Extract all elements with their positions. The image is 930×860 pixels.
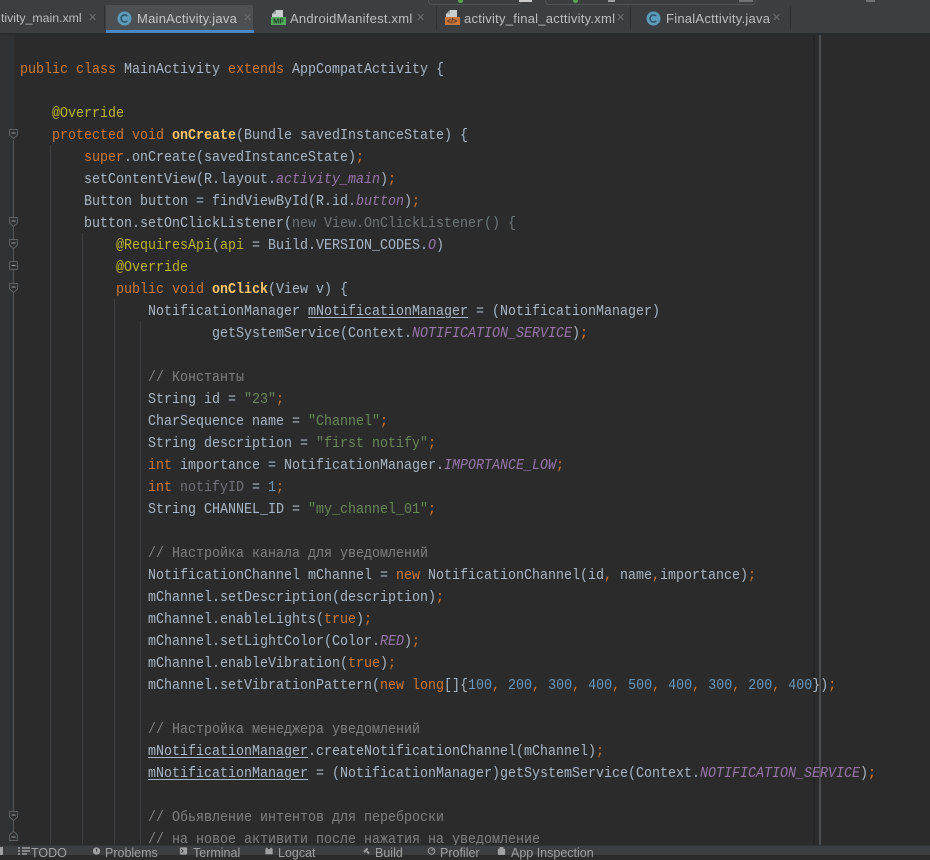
svg-text:MF: MF bbox=[273, 17, 284, 26]
svg-text:</>: </> bbox=[447, 19, 457, 26]
